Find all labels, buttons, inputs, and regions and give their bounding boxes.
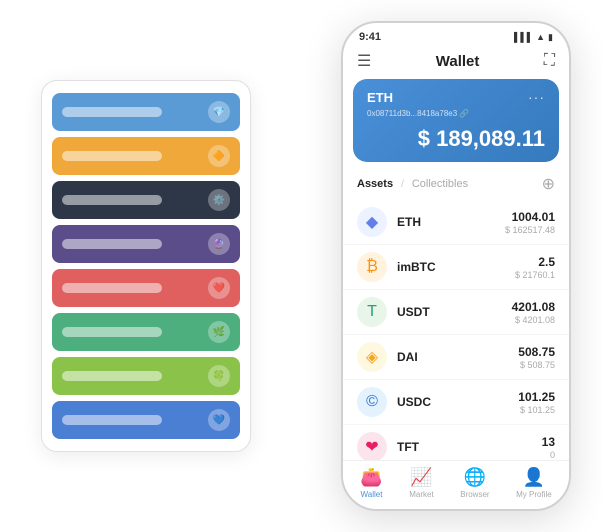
card-item-6[interactable]: 🍀: [52, 357, 240, 395]
asset-usd: $ 4201.08: [512, 315, 555, 325]
eth-name: ETH: [367, 90, 393, 105]
status-bar: 9:41 ▌▌▌ ▲ ▮: [343, 23, 569, 47]
nav-label-0: Wallet: [361, 490, 383, 499]
asset-usd: $ 21760.1: [515, 270, 555, 280]
asset-values-imbtc: 2.5 $ 21760.1: [515, 255, 555, 280]
asset-amount: 1004.01: [505, 210, 555, 224]
card-item-4[interactable]: ❤️: [52, 269, 240, 307]
tab-collectibles[interactable]: Collectibles: [412, 178, 468, 190]
nav-item-browser[interactable]: 🌐 Browser: [460, 467, 489, 499]
battery-icon: ▮: [548, 32, 553, 43]
asset-name-usdt: USDT: [397, 305, 512, 319]
card-label-5: [62, 327, 162, 337]
asset-values-dai: 508.75 $ 508.75: [518, 345, 555, 370]
nav-label-2: Browser: [460, 490, 489, 499]
card-item-2[interactable]: ⚙️: [52, 181, 240, 219]
asset-row-eth[interactable]: ◆ ETH 1004.01 $ 162517.48: [343, 200, 569, 245]
nav-item-my-profile[interactable]: 👤 My Profile: [516, 467, 552, 499]
asset-usd: $ 162517.48: [505, 225, 555, 235]
card-label-2: [62, 195, 162, 205]
card-icon-6: 🍀: [208, 365, 230, 387]
asset-list: ◆ ETH 1004.01 $ 162517.48 ₿ imBTC 2.5 $ …: [343, 200, 569, 460]
page-title: Wallet: [436, 53, 480, 70]
tab-separator: /: [401, 179, 404, 190]
asset-name-imbtc: imBTC: [397, 260, 515, 274]
status-icons: ▌▌▌ ▲ ▮: [514, 32, 553, 43]
nav-label-1: Market: [409, 490, 433, 499]
assets-tabs: Assets / Collectibles: [357, 178, 468, 190]
card-label-3: [62, 239, 162, 249]
asset-name-usdc: USDC: [397, 395, 518, 409]
nav-icon-2: 🌐: [464, 467, 486, 488]
card-item-1[interactable]: 🔶: [52, 137, 240, 175]
nav-item-market[interactable]: 📈 Market: [409, 467, 433, 499]
bottom-nav: 👛 Wallet 📈 Market 🌐 Browser 👤 My Profile: [343, 460, 569, 509]
asset-row-usdc[interactable]: © USDC 101.25 $ 101.25: [343, 380, 569, 425]
asset-amount: 101.25: [518, 390, 555, 404]
phone-header: ☰ Wallet ⛶: [343, 47, 569, 79]
asset-values-eth: 1004.01 $ 162517.48: [505, 210, 555, 235]
tab-assets[interactable]: Assets: [357, 178, 393, 190]
card-item-5[interactable]: 🌿: [52, 313, 240, 351]
card-icon-5: 🌿: [208, 321, 230, 343]
asset-amount: 4201.08: [512, 300, 555, 314]
signal-icon: ▌▌▌: [514, 32, 533, 42]
eth-more-icon[interactable]: ···: [528, 89, 545, 105]
asset-icon-usdt: T: [357, 297, 387, 327]
scan-icon[interactable]: ⛶: [544, 52, 555, 70]
asset-name-dai: DAI: [397, 350, 518, 364]
asset-row-usdt[interactable]: T USDT 4201.08 $ 4201.08: [343, 290, 569, 335]
eth-amount: $ 189,089.11: [367, 126, 545, 152]
scene: 💎 🔶 ⚙️ 🔮 ❤️ 🌿 🍀 💙 9:41 ▌▌▌ ▲ ▮: [11, 11, 591, 521]
card-item-0[interactable]: 💎: [52, 93, 240, 131]
asset-icon-imbtc: ₿: [357, 252, 387, 282]
nav-item-wallet[interactable]: 👛 Wallet: [360, 467, 382, 499]
asset-icon-tft: ❤: [357, 432, 387, 460]
asset-amount: 508.75: [518, 345, 555, 359]
status-time: 9:41: [359, 31, 381, 43]
eth-address: 0x08711d3b...8418a78e3 🔗: [367, 109, 545, 118]
asset-row-tft[interactable]: ❤ TFT 13 0: [343, 425, 569, 460]
card-icon-0: 💎: [208, 101, 230, 123]
asset-usd: $ 508.75: [518, 360, 555, 370]
nav-icon-3: 👤: [523, 467, 545, 488]
asset-usd: 0: [542, 450, 555, 460]
assets-header: Assets / Collectibles ⊕: [343, 172, 569, 200]
add-asset-button[interactable]: ⊕: [542, 174, 555, 194]
card-label-0: [62, 107, 162, 117]
card-icon-7: 💙: [208, 409, 230, 431]
wifi-icon: ▲: [536, 32, 545, 42]
asset-values-usdt: 4201.08 $ 4201.08: [512, 300, 555, 325]
card-icon-1: 🔶: [208, 145, 230, 167]
asset-values-usdc: 101.25 $ 101.25: [518, 390, 555, 415]
asset-row-imbtc[interactable]: ₿ imBTC 2.5 $ 21760.1: [343, 245, 569, 290]
phone: 9:41 ▌▌▌ ▲ ▮ ☰ Wallet ⛶ ETH ··· 0x08711d…: [341, 21, 571, 511]
asset-icon-dai: ◈: [357, 342, 387, 372]
nav-icon-0: 👛: [360, 467, 382, 488]
card-item-3[interactable]: 🔮: [52, 225, 240, 263]
card-label-1: [62, 151, 162, 161]
asset-amount: 2.5: [515, 255, 555, 269]
eth-card-header: ETH ···: [367, 89, 545, 105]
card-label-7: [62, 415, 162, 425]
card-icon-3: 🔮: [208, 233, 230, 255]
asset-row-dai[interactable]: ◈ DAI 508.75 $ 508.75: [343, 335, 569, 380]
card-icon-4: ❤️: [208, 277, 230, 299]
nav-icon-1: 📈: [410, 467, 432, 488]
card-stack: 💎 🔶 ⚙️ 🔮 ❤️ 🌿 🍀 💙: [41, 80, 251, 452]
card-label-6: [62, 371, 162, 381]
asset-name-tft: TFT: [397, 440, 542, 454]
asset-values-tft: 13 0: [542, 435, 555, 460]
nav-label-3: My Profile: [516, 490, 552, 499]
eth-card[interactable]: ETH ··· 0x08711d3b...8418a78e3 🔗 $ 189,0…: [353, 79, 559, 162]
card-icon-2: ⚙️: [208, 189, 230, 211]
asset-usd: $ 101.25: [518, 405, 555, 415]
card-item-7[interactable]: 💙: [52, 401, 240, 439]
menu-icon[interactable]: ☰: [357, 51, 371, 71]
asset-icon-usdc: ©: [357, 387, 387, 417]
card-label-4: [62, 283, 162, 293]
asset-name-eth: ETH: [397, 215, 505, 229]
asset-icon-eth: ◆: [357, 207, 387, 237]
asset-amount: 13: [542, 435, 555, 449]
